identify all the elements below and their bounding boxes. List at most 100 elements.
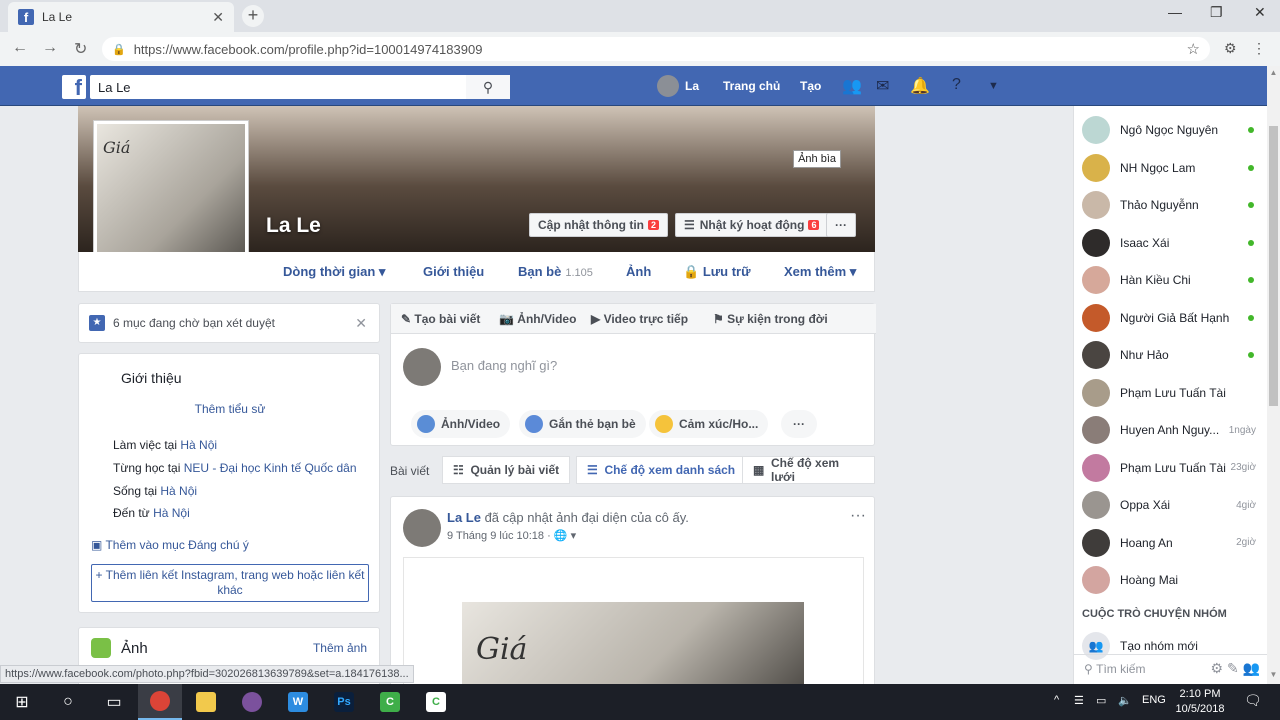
tab-about[interactable]: Giới thiệu bbox=[423, 264, 484, 279]
network-icon[interactable]: ☰ bbox=[1074, 694, 1084, 707]
search-input[interactable] bbox=[98, 79, 468, 95]
facebook-logo[interactable]: f bbox=[62, 75, 86, 100]
post-more-icon[interactable]: ··· bbox=[850, 507, 866, 525]
forward-icon[interactable]: → bbox=[42, 39, 58, 57]
activity-log-button[interactable]: ☰ Nhật ký hoạt động 6 bbox=[675, 213, 829, 237]
bookmark-star-icon[interactable]: ☆ bbox=[1187, 40, 1200, 58]
tab-more[interactable]: Xem thêm ▾ bbox=[784, 264, 856, 280]
chrome-icon[interactable] bbox=[138, 684, 182, 720]
chat-search[interactable]: ⚲ Tìm kiếm ⚙ ✎ 👥 bbox=[1074, 654, 1268, 682]
action-center-icon[interactable]: 🗨 bbox=[1244, 692, 1262, 709]
post-author[interactable]: La Le bbox=[447, 510, 481, 525]
tab-archive[interactable]: 🔒 Lưu trữ bbox=[683, 264, 751, 280]
update-info-button[interactable]: Cập nhật thông tin 2 bbox=[529, 213, 668, 237]
clock[interactable]: 2:10 PM 10/5/2018 bbox=[1172, 687, 1228, 717]
tab-create-post[interactable]: ✎ Tạo bài viết bbox=[401, 312, 480, 326]
back-icon[interactable]: ← bbox=[12, 39, 28, 57]
post-photo[interactable]: Giá bbox=[462, 602, 804, 695]
close-tab-icon[interactable]: ✕ bbox=[212, 9, 224, 26]
tab-photos[interactable]: Ảnh bbox=[626, 264, 651, 279]
chat-contact[interactable]: Ngô Ngọc Nguyên bbox=[1074, 112, 1268, 148]
profile-shortcut[interactable]: La bbox=[657, 75, 699, 97]
photoshop-icon[interactable]: Ps bbox=[322, 684, 366, 720]
list-view-button[interactable]: ☰ Chế độ xem danh sách bbox=[576, 456, 747, 484]
add-bio-link[interactable]: Thêm tiểu sử bbox=[79, 402, 381, 416]
extension-icon[interactable]: ⚙ bbox=[1224, 40, 1237, 57]
from-place-link[interactable]: Hà Nội bbox=[153, 506, 190, 520]
tab-timeline[interactable]: Dòng thời gian ▾ bbox=[283, 264, 385, 280]
chat-contact[interactable]: Hoang An 2giờ bbox=[1074, 525, 1268, 561]
new-tab-button[interactable]: + bbox=[242, 5, 264, 27]
cortana-icon[interactable]: ○ bbox=[46, 684, 90, 720]
tab-life-event[interactable]: ⚑ Sự kiện trong đời bbox=[713, 312, 828, 326]
photo-video-button[interactable]: Ảnh/Video bbox=[411, 410, 511, 438]
browser-tab[interactable]: f La Le ✕ bbox=[8, 2, 234, 32]
tab-photo-video[interactable]: 📷 Ảnh/Video bbox=[499, 312, 576, 326]
add-featured-link[interactable]: ▣ Thêm vào mục Đáng chú ý bbox=[91, 538, 249, 552]
feeling-button[interactable]: Cảm xúc/Ho... bbox=[649, 410, 769, 438]
add-photos-link[interactable]: Thêm ảnh bbox=[313, 641, 367, 655]
post-date[interactable]: 9 Tháng 9 lúc 10:18 · 🌐 ▾ bbox=[447, 529, 576, 542]
scroll-up-icon[interactable]: ▲ bbox=[1267, 68, 1280, 80]
chat-contact[interactable]: Oppa Xái 4giờ bbox=[1074, 487, 1268, 523]
close-icon[interactable]: ✕ bbox=[355, 315, 367, 332]
battery-icon[interactable]: ▭ bbox=[1096, 694, 1106, 707]
grid-view-button[interactable]: ▦ Chế độ xem lưới bbox=[742, 456, 875, 484]
notifications-icon[interactable]: 🔔 bbox=[910, 76, 930, 96]
lives-place-link[interactable]: Hà Nội bbox=[160, 484, 197, 498]
chat-contact[interactable]: Phạm Lưu Tuấn Tài bbox=[1074, 375, 1268, 411]
scrollbar-thumb[interactable] bbox=[1269, 126, 1278, 406]
restore-icon[interactable]: ❐ bbox=[1210, 4, 1223, 21]
camtasia-icon[interactable]: C bbox=[368, 684, 412, 720]
chat-contact[interactable]: Isaac Xái bbox=[1074, 225, 1268, 261]
task-view-icon[interactable]: ▭ bbox=[92, 684, 136, 720]
messenger-icon[interactable]: ✉ bbox=[876, 76, 889, 96]
work-place-link[interactable]: Hà Nội bbox=[180, 438, 217, 452]
cover-more-button[interactable]: ··· bbox=[826, 213, 856, 237]
page-scrollbar[interactable]: ▲ ▼ bbox=[1267, 66, 1280, 684]
chat-contact[interactable]: Hoàng Mai bbox=[1074, 562, 1268, 598]
tray-chevron-icon[interactable]: ^ bbox=[1054, 694, 1059, 706]
add-link-button[interactable]: + Thêm liên kết Instagram, trang web hoặ… bbox=[91, 564, 369, 602]
viber-icon[interactable] bbox=[230, 684, 274, 720]
manage-posts-button[interactable]: ☷ Quản lý bài viết bbox=[442, 456, 571, 484]
chat-contact[interactable]: Hàn Kiều Chi bbox=[1074, 262, 1268, 298]
minimize-icon[interactable]: — bbox=[1168, 4, 1182, 20]
menu-icon[interactable]: ⋮ bbox=[1252, 40, 1266, 57]
avatar[interactable] bbox=[403, 509, 441, 547]
account-menu-icon[interactable]: ▼ bbox=[988, 80, 999, 92]
file-explorer-icon[interactable] bbox=[184, 684, 228, 720]
chat-contact[interactable]: Như Hảo bbox=[1074, 337, 1268, 373]
search-icon[interactable]: ⚲ bbox=[466, 75, 510, 99]
chat-contact[interactable]: NH Ngọc Lam bbox=[1074, 150, 1268, 186]
study-place-link[interactable]: NEU - Đại học Kinh tế Quốc dân bbox=[184, 461, 357, 475]
chat-contact[interactable]: Người Giả Bất Hạnh bbox=[1074, 300, 1268, 336]
more-options-button[interactable]: ··· bbox=[781, 410, 817, 438]
friend-requests-icon[interactable]: 👥 bbox=[842, 76, 862, 96]
gear-icon[interactable]: ⚙ ✎ 👥 bbox=[1211, 660, 1261, 677]
pending-review-card[interactable]: ★ 6 mục đang chờ bạn xét duyệt ✕ bbox=[78, 303, 380, 343]
composer-input[interactable]: Bạn đang nghĩ gì? bbox=[451, 358, 557, 373]
close-window-icon[interactable]: ✕ bbox=[1254, 4, 1266, 21]
photos-title[interactable]: Ảnh bbox=[121, 640, 148, 657]
help-icon[interactable]: ? bbox=[952, 76, 961, 94]
chat-search-input[interactable]: Tìm kiếm bbox=[1096, 662, 1145, 676]
chat-contact[interactable]: Thảo Nguyễnn bbox=[1074, 187, 1268, 223]
camtasia-recorder-icon[interactable]: C bbox=[414, 684, 458, 720]
scroll-down-icon[interactable]: ▼ bbox=[1267, 670, 1280, 682]
language-indicator[interactable]: ENG bbox=[1142, 694, 1166, 706]
reload-icon[interactable]: ↻ bbox=[74, 39, 87, 59]
tab-live-video[interactable]: ▶ Video trực tiếp bbox=[591, 312, 688, 326]
start-icon[interactable]: ⊞ bbox=[0, 684, 44, 720]
address-bar[interactable]: 🔒 https://www.facebook.com/profile.php?i… bbox=[102, 37, 1210, 61]
profile-name[interactable]: La Le bbox=[266, 214, 321, 238]
create-link[interactable]: Tạo bbox=[800, 79, 821, 93]
feeling-label: Cảm xúc/Ho... bbox=[679, 417, 759, 431]
tab-friends[interactable]: Bạn bè 1.105 bbox=[518, 264, 593, 279]
tag-friends-button[interactable]: Gắn thẻ bạn bè bbox=[519, 410, 646, 438]
home-link[interactable]: Trang chủ bbox=[723, 79, 780, 93]
chat-contact[interactable]: Phạm Lưu Tuấn Tài 23giờ bbox=[1074, 450, 1268, 486]
writer-icon[interactable]: W bbox=[276, 684, 320, 720]
volume-icon[interactable]: 🔈 bbox=[1118, 694, 1132, 707]
chat-contact[interactable]: Huyen Anh Nguy... 1ngày bbox=[1074, 412, 1268, 448]
